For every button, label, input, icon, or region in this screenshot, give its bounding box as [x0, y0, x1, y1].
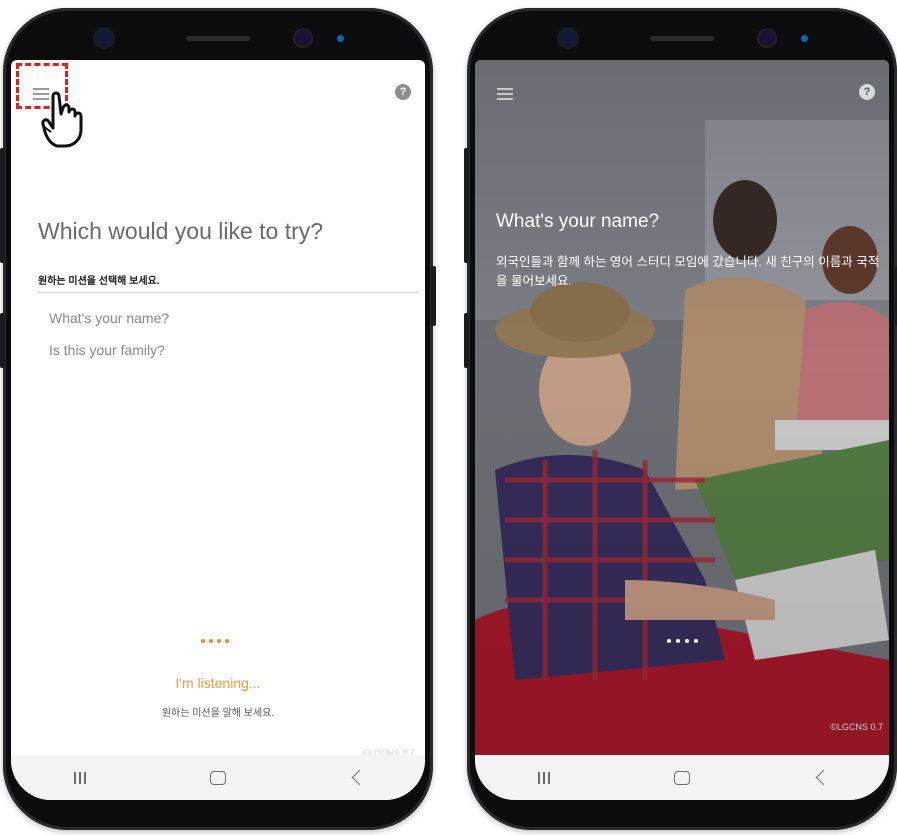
help-icon[interactable]: ?	[395, 84, 411, 100]
listening-status: I'm listening...	[175, 675, 261, 691]
recents-icon	[538, 771, 550, 784]
recents-button[interactable]	[60, 763, 100, 793]
mission-item-whats-your-name[interactable]: What's your name?	[49, 310, 169, 326]
phone-left: ? Which would you like to try? 원하는 미션을 선…	[0, 8, 436, 830]
iris-sensor	[295, 30, 311, 46]
screen-mission-intro: ? What's your name? 외국인들과 함께 하는 영어 스터디 모…	[475, 60, 889, 800]
power-key	[431, 266, 436, 326]
nav-bar	[475, 755, 889, 800]
copyright-label: ©LGCNS 0.7	[830, 722, 883, 732]
home-icon	[674, 770, 690, 785]
earpiece-speaker	[186, 36, 250, 41]
mission-title: What's your name?	[496, 211, 660, 232]
front-camera	[95, 29, 113, 47]
listening-indicator	[201, 630, 233, 648]
help-icon[interactable]: ?	[859, 84, 875, 100]
home-icon	[210, 770, 226, 785]
nav-bar	[11, 755, 425, 800]
back-button[interactable]	[800, 763, 840, 793]
recents-button[interactable]	[524, 763, 564, 793]
photo-overlay	[475, 60, 889, 800]
back-icon	[815, 769, 831, 786]
page-subtitle: 원하는 미션을 선택해 보세요.	[38, 276, 160, 287]
proximity-sensor	[337, 35, 344, 42]
page-title: Which would you like to try?	[38, 218, 324, 244]
screen-mission-select: ? Which would you like to try? 원하는 미션을 선…	[11, 60, 425, 800]
iris-sensor	[759, 30, 775, 46]
loading-indicator	[667, 630, 703, 648]
divider	[38, 292, 418, 293]
home-button[interactable]	[662, 763, 702, 793]
listening-hint: 원하는 미션을 말해 보세요.	[161, 708, 275, 719]
mission-description: 외국인들과 함께 하는 영어 스터디 모임에 갔습니다. 새 친구의 이름과 국…	[496, 255, 880, 288]
recents-icon	[74, 771, 86, 784]
home-button[interactable]	[198, 763, 238, 793]
front-camera	[559, 29, 577, 47]
bixby-key	[464, 313, 469, 368]
proximity-sensor	[801, 35, 808, 42]
earpiece-speaker	[650, 36, 714, 41]
hamburger-icon[interactable]	[497, 88, 513, 100]
phone-right: ? What's your name? 외국인들과 함께 하는 영어 스터디 모…	[464, 8, 897, 830]
back-icon	[351, 769, 367, 786]
volume-key	[0, 148, 5, 263]
pointing-hand-icon	[41, 91, 83, 148]
back-button[interactable]	[336, 763, 376, 793]
volume-key	[464, 148, 469, 263]
mission-item-is-this-your-family[interactable]: Is this your family?	[49, 342, 165, 358]
bixby-key	[0, 313, 5, 368]
